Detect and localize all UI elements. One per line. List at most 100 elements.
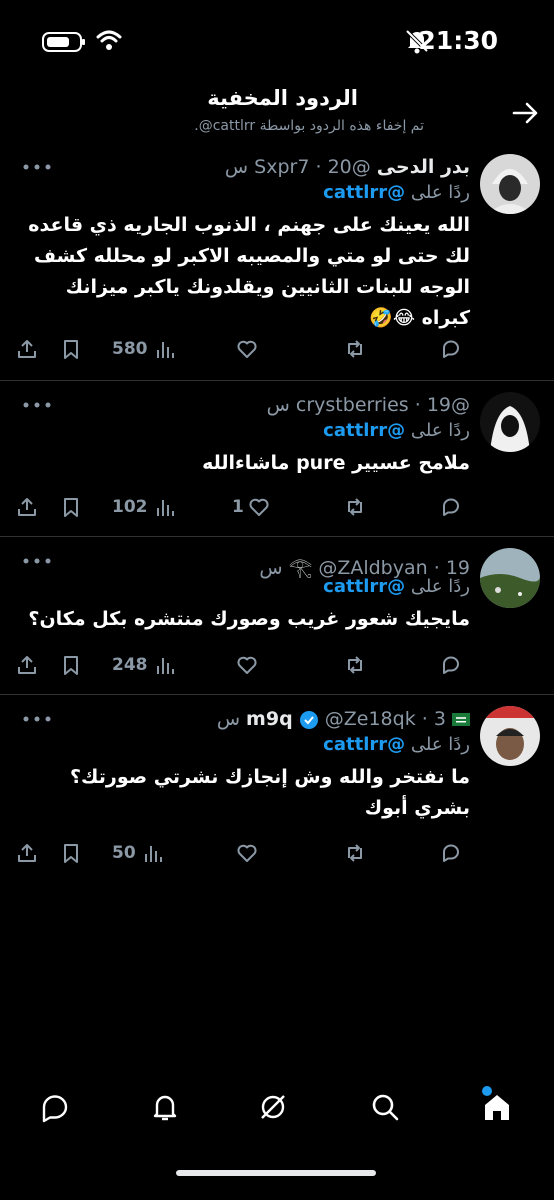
header: الردود المخفية تم إخفاء هذه الردود بواسط… — [0, 84, 554, 144]
repost-icon — [348, 340, 362, 358]
bookmark-icon — [64, 498, 78, 517]
avatar[interactable] — [480, 392, 540, 452]
bookmark-icon — [64, 656, 78, 675]
share-icon — [18, 844, 36, 862]
more-options-icon[interactable] — [22, 162, 52, 172]
heart-icon — [237, 844, 257, 862]
bookmark-icon — [64, 844, 78, 863]
reply-button[interactable] — [440, 650, 462, 680]
views-button[interactable]: 580 — [112, 334, 176, 364]
reply-button[interactable] — [440, 492, 462, 522]
comment-icon — [443, 844, 459, 862]
reply-item[interactable]: بدر الدحى @Sxpr7 · 20 س ردًا على @cattlr… — [0, 146, 554, 381]
share-button[interactable] — [16, 334, 38, 364]
action-bar: 102 1 — [0, 492, 554, 522]
replying-to-mention[interactable]: @cattlrr — [323, 576, 405, 597]
bookmark-button[interactable] — [60, 492, 82, 522]
replying-to-mention[interactable]: @cattlrr — [323, 420, 405, 441]
repost-icon — [348, 498, 362, 516]
share-icon — [18, 498, 36, 516]
reply-button[interactable] — [440, 838, 462, 868]
battery-icon — [42, 32, 85, 52]
views-button[interactable]: 248 — [112, 650, 176, 680]
repost-button[interactable] — [344, 492, 366, 522]
views-count: 248 — [112, 655, 148, 675]
replying-to-label: ردًا على — [410, 576, 470, 597]
bottom-nav — [0, 1086, 554, 1150]
more-options-icon[interactable] — [22, 714, 52, 724]
page-subtitle: تم إخفاء هذه الردود بواسطة cattlrr@. — [194, 118, 424, 134]
views-count: 50 — [112, 843, 136, 863]
bookmark-button[interactable] — [60, 334, 82, 364]
views-count: 580 — [112, 339, 148, 359]
author-name[interactable]: 𓂀 — [289, 557, 313, 579]
heart-icon — [237, 340, 257, 358]
views-icon — [156, 342, 174, 358]
status-bar: 21:30 — [0, 0, 554, 80]
page-title: الردود المخفية — [207, 86, 358, 110]
reply-button[interactable] — [440, 334, 462, 364]
views-icon — [156, 658, 174, 674]
notifications-icon[interactable] — [148, 1090, 182, 1124]
avatar[interactable] — [480, 154, 540, 214]
avatar[interactable] — [480, 706, 540, 766]
messages-icon[interactable] — [38, 1090, 72, 1124]
repost-button[interactable] — [344, 650, 366, 680]
views-icon — [144, 846, 162, 862]
repost-button[interactable] — [344, 334, 366, 364]
reply-item[interactable]: @crystberries · 19 س ردًا على @cattlrr م… — [0, 384, 554, 537]
replying-to-mention[interactable]: @cattlrr — [323, 182, 405, 203]
heart-icon — [249, 498, 269, 516]
replying-to: ردًا على @cattlrr — [323, 734, 470, 755]
action-bar: 580 — [0, 334, 554, 364]
author-name[interactable]: m9q — [246, 708, 293, 730]
views-button[interactable]: 50 — [112, 838, 164, 868]
like-button[interactable] — [232, 334, 258, 364]
more-options-icon[interactable] — [22, 556, 52, 566]
replying-to-label: ردًا على — [410, 734, 470, 755]
bookmark-button[interactable] — [60, 838, 82, 868]
reply-item[interactable]: m9q @Ze18qk · 3 س ردًا على @cattlrr ما ن… — [0, 698, 554, 884]
home-indicator — [176, 1170, 376, 1176]
replying-to-label: ردًا على — [410, 420, 470, 441]
repost-button[interactable] — [344, 838, 366, 868]
grok-icon[interactable] — [256, 1090, 290, 1124]
like-count: 1 — [232, 497, 244, 517]
bookmark-icon — [64, 340, 78, 359]
repost-icon — [348, 844, 362, 862]
reply-item[interactable]: 𓂀 @ZAldbyan · 19 س ردًا على @cattlrr ماي… — [0, 540, 554, 695]
replying-to: ردًا على @cattlrr — [323, 182, 470, 203]
replying-to: ردًا على @cattlrr — [323, 420, 470, 441]
views-icon — [156, 500, 174, 516]
share-button[interactable] — [16, 492, 38, 522]
avatar[interactable] — [480, 548, 540, 608]
author-handle[interactable]: @Ze18qk — [325, 708, 416, 730]
more-options-icon[interactable] — [22, 400, 52, 410]
back-arrow-icon[interactable] — [510, 98, 540, 128]
home-unread-dot — [482, 1086, 492, 1096]
replying-to: ردًا على @cattlrr — [323, 576, 470, 597]
repost-icon — [348, 656, 362, 674]
wifi-icon — [96, 30, 122, 50]
like-button[interactable]: 1 — [232, 492, 270, 522]
comment-icon — [443, 656, 459, 674]
views-count: 102 — [112, 497, 148, 517]
heart-icon — [237, 656, 257, 674]
author-handle[interactable]: @Sxpr7 — [254, 156, 371, 178]
share-button[interactable] — [16, 838, 38, 868]
bookmark-button[interactable] — [60, 650, 82, 680]
comment-icon — [443, 340, 459, 358]
search-icon[interactable] — [368, 1090, 402, 1124]
reply-headline: @crystberries · 19 س — [266, 394, 470, 416]
share-icon — [18, 340, 36, 358]
views-button[interactable]: 102 — [112, 492, 176, 522]
like-button[interactable] — [232, 650, 258, 680]
reply-text: ما نفتخر والله وش إنجازك نشرتي صورتك؟ بش… — [70, 766, 470, 819]
author-name[interactable]: بدر الدحى — [377, 156, 470, 178]
replying-to-mention[interactable]: @cattlrr — [323, 734, 405, 755]
reply-text: مايجيك شعور غريب وصورك منتشره بكل مكان؟ — [28, 608, 470, 630]
saudi-flag-icon — [452, 713, 470, 726]
like-button[interactable] — [232, 838, 258, 868]
share-button[interactable] — [16, 650, 38, 680]
action-bar: 248 — [0, 650, 554, 680]
